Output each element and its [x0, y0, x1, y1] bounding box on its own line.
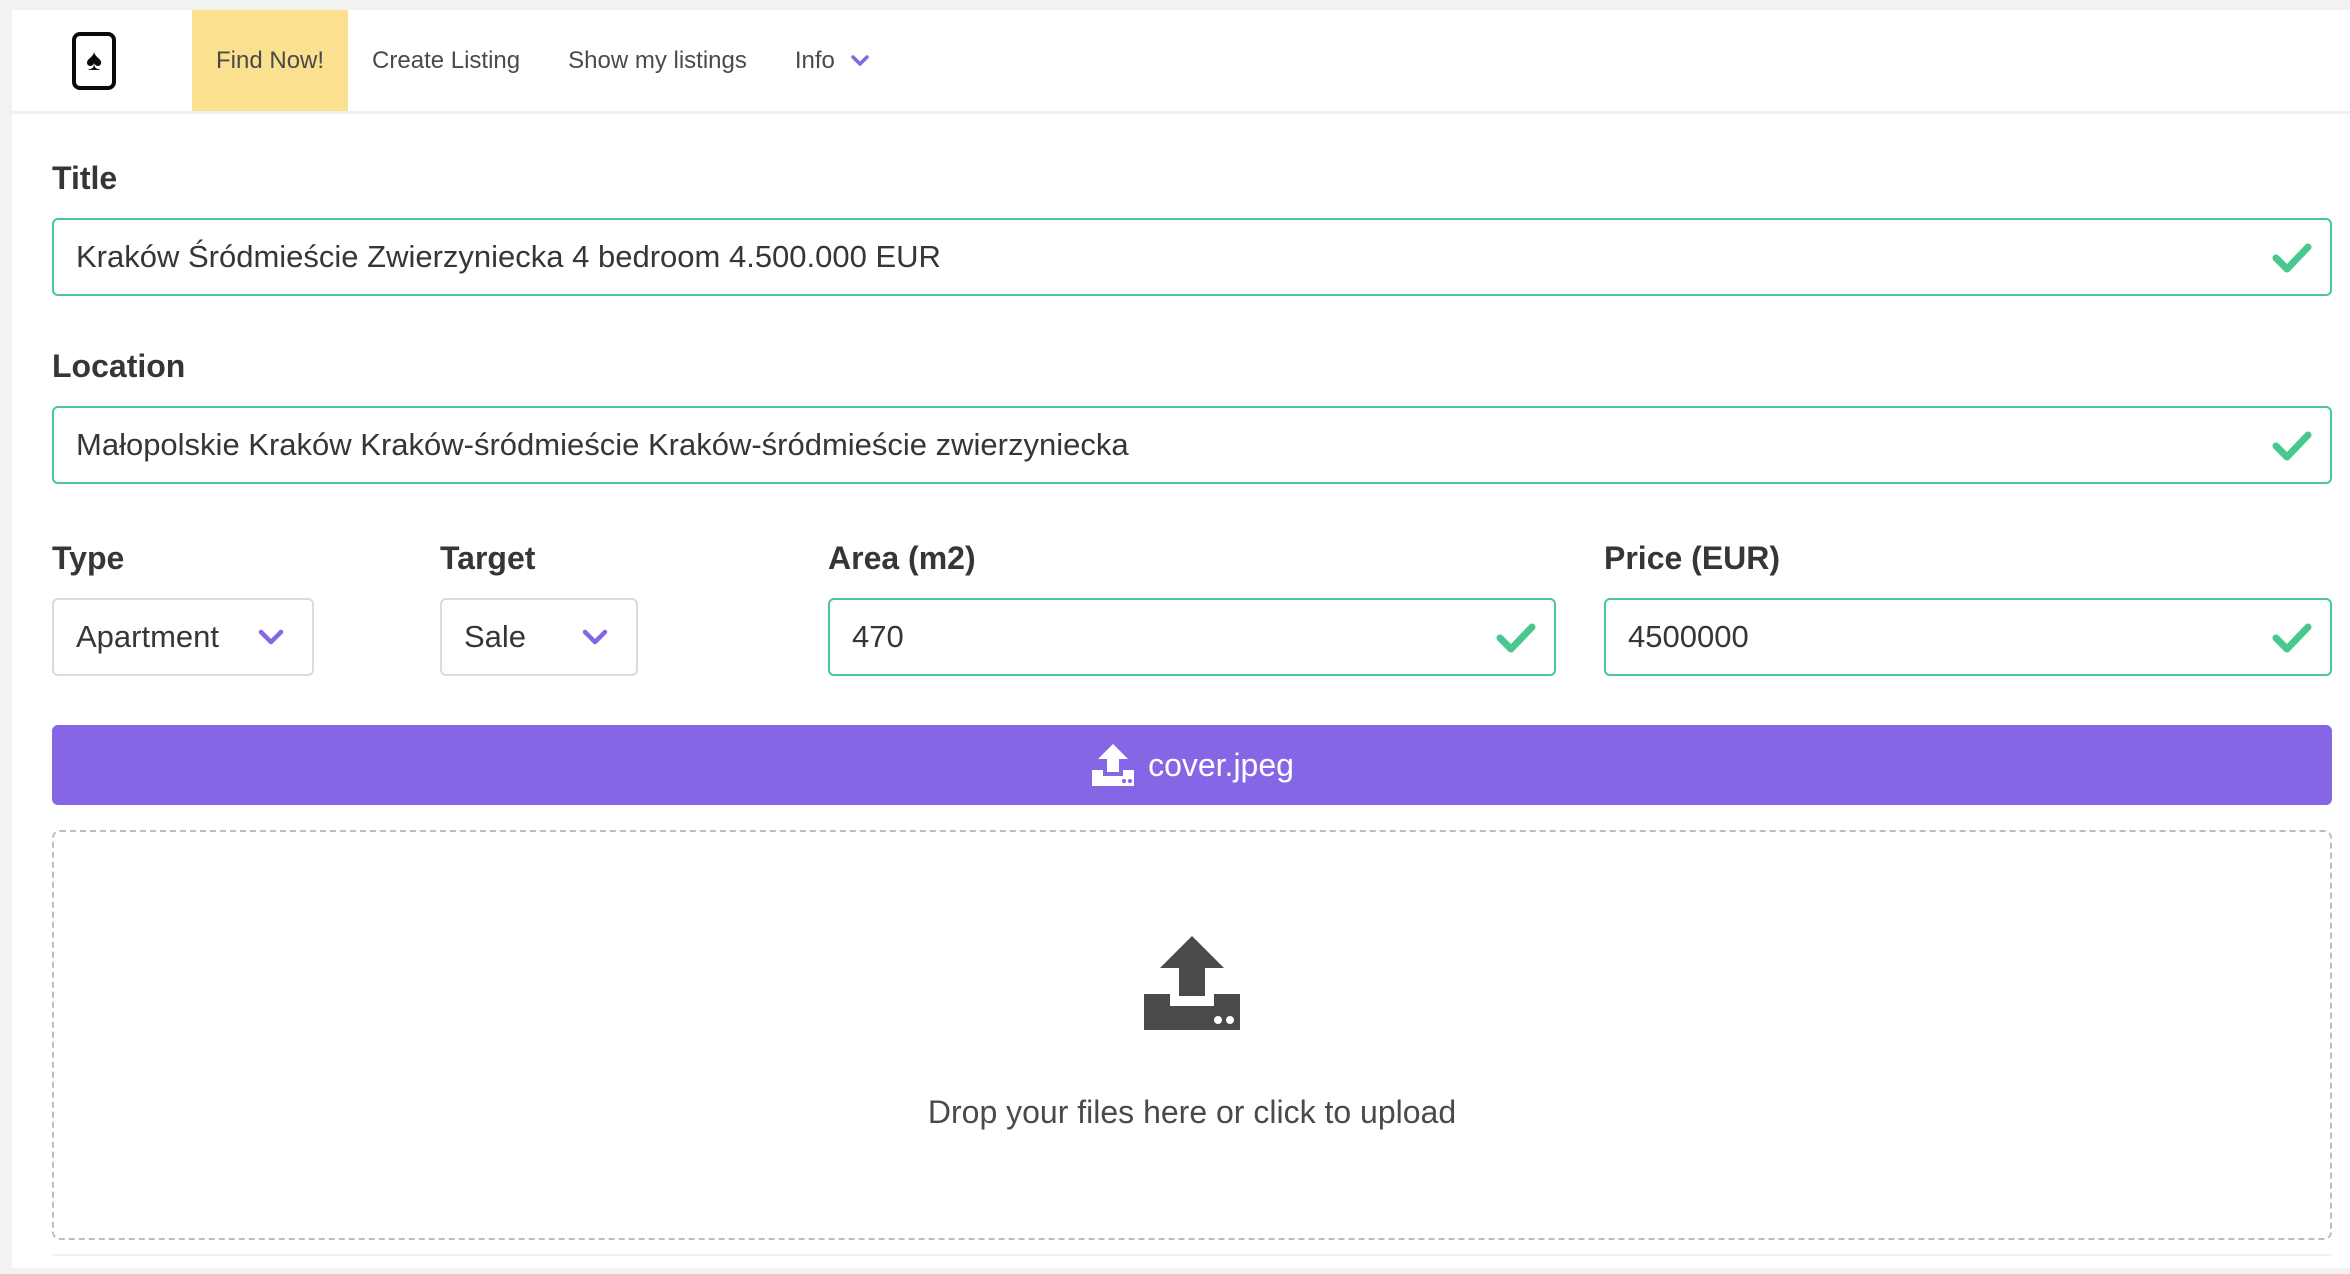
- nav-find-now[interactable]: Find Now!: [192, 10, 349, 111]
- target-select[interactable]: Sale: [440, 598, 638, 676]
- price-label: Price (EUR): [1604, 540, 1781, 576]
- location-input-value: Małopolskie Kraków Kraków-śródmieście Kr…: [76, 427, 1129, 462]
- upload-icon: [1092, 744, 1135, 786]
- check-icon: [1496, 623, 1536, 653]
- nav-create-listing-label: Create Listing: [372, 46, 521, 74]
- nav-show-my-listings-label: Show my listings: [568, 46, 747, 74]
- target-label: Target: [440, 540, 536, 576]
- type-label: Type: [52, 540, 125, 576]
- title-input-value: Kraków Śródmieście Zwierzyniecka 4 bedro…: [76, 239, 941, 274]
- spade-card-icon[interactable]: ♠: [72, 31, 116, 90]
- brand[interactable]: ♠: [12, 10, 180, 111]
- chevron-down-icon: [849, 50, 871, 72]
- chevron-down-icon: [582, 629, 608, 645]
- divider: [52, 1254, 2332, 1274]
- area-label: Area (m2): [828, 540, 976, 576]
- page: ♠ Find Now! Create Listing Show my listi…: [12, 10, 2350, 1268]
- nav-find-now-label: Find Now!: [216, 46, 325, 74]
- price-input-value: 4500000: [1628, 619, 1749, 654]
- type-select-value: Apartment: [76, 619, 220, 654]
- check-icon: [2272, 623, 2312, 653]
- location-input[interactable]: Małopolskie Kraków Kraków-śródmieście Kr…: [52, 406, 2332, 484]
- title-label: Title: [52, 160, 118, 196]
- location-label: Location: [52, 348, 186, 384]
- target-select-value: Sale: [464, 619, 527, 654]
- area-input[interactable]: 470: [828, 598, 1556, 676]
- price-input[interactable]: 4500000: [1604, 598, 2332, 676]
- file-upload-button[interactable]: cover.jpeg: [52, 725, 2332, 805]
- upload-icon: [1144, 936, 1240, 1030]
- dropzone-text: Drop your files here or click to upload: [927, 1094, 1457, 1130]
- check-icon: [2272, 243, 2312, 273]
- file-dropzone[interactable]: Drop your files here or click to upload: [52, 830, 2332, 1240]
- area-input-value: 470: [852, 619, 904, 654]
- title-input[interactable]: Kraków Śródmieście Zwierzyniecka 4 bedro…: [52, 218, 2332, 296]
- nav-show-my-listings[interactable]: Show my listings: [544, 10, 771, 111]
- check-icon: [2272, 431, 2312, 461]
- navbar: ♠ Find Now! Create Listing Show my listi…: [12, 10, 2350, 114]
- type-select[interactable]: Apartment: [52, 598, 314, 676]
- nav-info-label: Info: [794, 46, 835, 74]
- nav-info-dropdown[interactable]: Info: [771, 10, 895, 111]
- nav-create-listing[interactable]: Create Listing: [348, 10, 544, 111]
- file-upload-filename: cover.jpeg: [1148, 746, 1294, 783]
- chevron-down-icon: [258, 629, 284, 645]
